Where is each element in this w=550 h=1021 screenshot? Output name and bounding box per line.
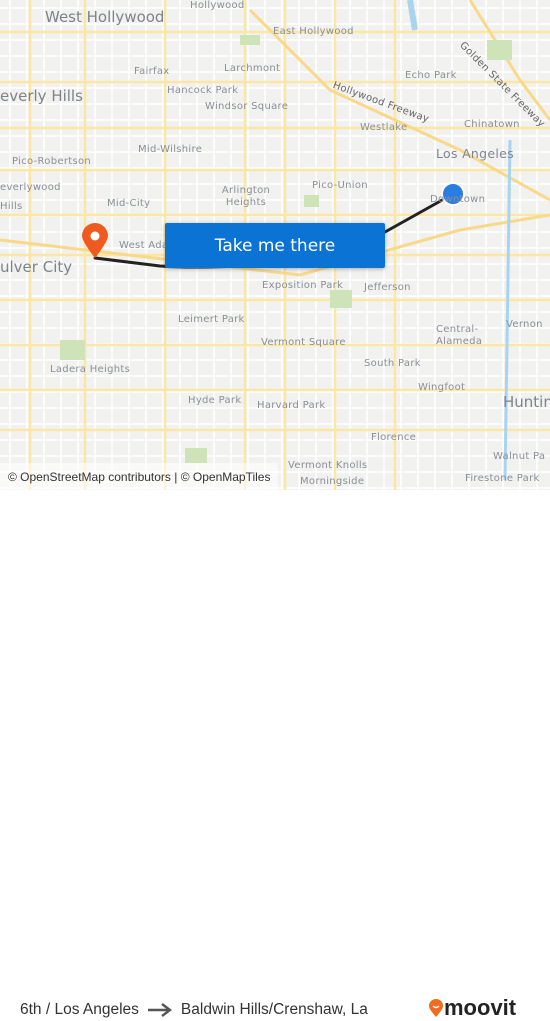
map-attribution[interactable]: © OpenStreetMap contributors | © OpenMap… — [0, 463, 279, 490]
map-label: Hills — [0, 201, 23, 212]
map-label: Hyde Park — [188, 395, 242, 406]
attribution-text[interactable]: © OpenStreetMap contributors | © OpenMap… — [8, 470, 270, 484]
route-summary: 6th / Los Angeles Baldwin Hills/Crenshaw… — [20, 1001, 368, 1019]
arrow-right-icon — [147, 1003, 172, 1017]
map-label: Morningside — [300, 476, 365, 487]
map-label: Mid-Wilshire — [138, 144, 203, 155]
map-label: Ladera Heights — [50, 364, 131, 375]
map-label: Firestone Park — [465, 473, 540, 484]
map-label: Vermont Knolls — [288, 460, 368, 471]
map-label: Chinatown — [464, 119, 520, 130]
map-label: Hollywood — [190, 0, 245, 11]
map-label: Florence — [371, 432, 417, 443]
map-label: ulver City — [0, 258, 73, 276]
map-label: West Hollywood — [45, 8, 165, 26]
map-label: Arlington Heights — [221, 185, 271, 208]
map-label: East Hollywood — [273, 26, 354, 37]
map-label: Downtown — [430, 194, 486, 205]
map-label: everly Hills — [0, 87, 83, 105]
map-label: Central-Alameda — [436, 324, 483, 347]
moovit-logo[interactable]: moovit — [428, 995, 516, 1021]
map[interactable]: West Hollywood Hollywood East Hollywood … — [0, 0, 550, 490]
map-label: Los Angeles — [436, 146, 514, 161]
moovit-pin-icon — [429, 999, 443, 1017]
map-label: South Park — [364, 358, 421, 369]
map-label: Huntin — [503, 393, 550, 411]
map-label: Exposition Park — [262, 280, 344, 291]
map-label: Echo Park — [405, 70, 457, 81]
destination-pin-icon — [82, 223, 108, 258]
map-label: Walnut Pa — [493, 451, 546, 462]
map-label: Fairfax — [134, 66, 170, 77]
map-label: Leimert Park — [178, 314, 245, 325]
map-label: Jefferson — [364, 282, 411, 293]
take-me-there-button[interactable]: Take me there — [165, 223, 385, 268]
map-label: Mid-City — [107, 198, 151, 209]
map-label: Windsor Square — [205, 101, 289, 112]
map-label: Vernon — [506, 319, 543, 330]
map-label: Pico-Robertson — [12, 156, 92, 167]
map-label: Vermont Square — [261, 337, 346, 348]
map-label: Westlake — [360, 122, 408, 133]
destination-name: Baldwin Hills/Crenshaw, La — [180, 1001, 368, 1018]
map-label: Hancock Park — [167, 85, 239, 96]
brand-name: moovit — [444, 995, 517, 1020]
map-label: West Ada — [119, 240, 169, 251]
map-label: everlywood — [0, 182, 61, 193]
footer: 6th / Los Angeles Baldwin Hills/Crenshaw… — [0, 490, 550, 1020]
map-label: Pico-Union — [312, 180, 368, 191]
origin-name: 6th / Los Angeles — [20, 1001, 139, 1018]
map-label: Larchmont — [224, 63, 281, 74]
map-label: Harvard Park — [257, 400, 326, 411]
map-label: Wingfoot — [418, 382, 466, 393]
